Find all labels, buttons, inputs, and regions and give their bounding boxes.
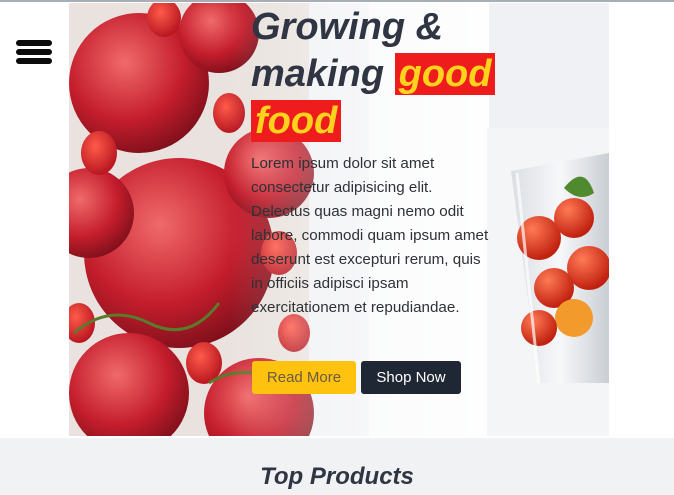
top-border xyxy=(0,0,674,2)
menu-bar-middle xyxy=(16,49,52,55)
headline-highlight-food: food xyxy=(251,100,342,142)
hamburger-menu-icon[interactable] xyxy=(16,40,52,66)
hero-description: Lorem ipsum dolor sit amet consectetur a… xyxy=(251,155,489,316)
products-section-title: Top Products xyxy=(260,463,414,490)
menu-bar-bottom xyxy=(16,58,52,64)
read-more-button[interactable]: Read More xyxy=(252,361,356,394)
menu-bar-top xyxy=(16,40,52,46)
shop-now-button[interactable]: Shop Now xyxy=(361,361,461,394)
headline-highlight-good: good xyxy=(394,53,496,95)
hero-text: Growing & making good food xyxy=(251,4,501,145)
hero-headline: Growing & making good food xyxy=(251,4,501,145)
